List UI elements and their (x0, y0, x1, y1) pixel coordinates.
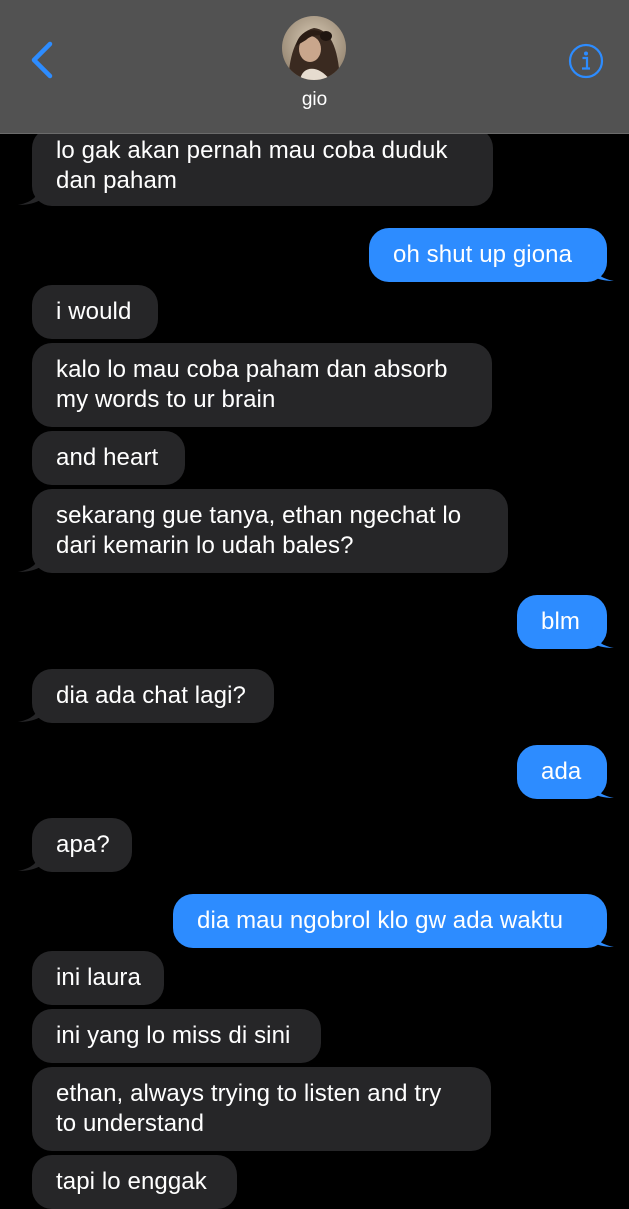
message-line: dan paham (56, 167, 177, 194)
conversation-header: gio (0, 0, 629, 134)
message-bubble-incoming[interactable]: lo gak akan pernah mau coba duduk dan pa… (32, 128, 493, 206)
bubble-tail (18, 551, 42, 572)
message-text: i would (56, 298, 132, 325)
message-bubble-incoming[interactable]: dia ada chat lagi? (32, 669, 274, 723)
bubble-tail (590, 777, 614, 798)
message-bubble-incoming[interactable]: ini laura (32, 951, 164, 1005)
bubble-tail (590, 926, 614, 947)
message-line: ethan, always trying to listen and try (56, 1080, 442, 1107)
message-bubble-incoming[interactable]: ini yang lo miss di sini (32, 1009, 321, 1063)
message-text: tapi lo enggak (56, 1168, 207, 1195)
message-text: ini yang lo miss di sini (56, 1022, 291, 1049)
message-bubble-outgoing[interactable]: oh shut up giona (369, 228, 607, 282)
bubble-tail (18, 701, 42, 722)
message-list[interactable]: lo gak akan pernah mau coba duduk dan pa… (0, 0, 629, 1209)
message-line: kalo lo mau coba paham dan absorb (56, 356, 448, 383)
bubble-tail (18, 850, 42, 871)
message-text: ini laura (56, 964, 141, 991)
message-line: lo gak akan pernah mau coba duduk (56, 137, 448, 164)
message-bubble-incoming[interactable]: apa? (32, 818, 132, 872)
message-text: ada (541, 758, 582, 785)
message-bubble-incoming[interactable]: i would (32, 285, 158, 339)
message-text: blm (541, 608, 580, 635)
message-text: oh shut up giona (393, 241, 573, 268)
message-bubble-incoming[interactable]: tapi lo enggak (32, 1155, 237, 1209)
chevron-left-icon[interactable] (24, 40, 60, 80)
message-line: to understand (56, 1110, 205, 1137)
avatar[interactable] (282, 16, 346, 80)
contact-name[interactable]: gio (0, 89, 629, 111)
message-text: dia ada chat lagi? (56, 682, 246, 709)
message-line: dari kemarin lo udah bales? (56, 532, 354, 559)
message-line: my words to ur brain (56, 386, 276, 413)
avatar-photo (282, 16, 346, 80)
bubble-tail (590, 260, 614, 281)
message-bubble-incoming[interactable]: sekarang gue tanya, ethan ngechat lo dar… (32, 489, 508, 573)
message-line: sekarang gue tanya, ethan ngechat lo (56, 502, 462, 529)
message-text: apa? (56, 831, 110, 858)
info-circle-icon[interactable] (568, 43, 604, 79)
bubble-tail (590, 627, 614, 648)
message-text: dia mau ngobrol klo gw ada waktu (197, 907, 564, 934)
message-bubble-incoming[interactable]: kalo lo mau coba paham dan absorb my wor… (32, 343, 492, 427)
message-bubble-incoming[interactable]: ethan, always trying to listen and try t… (32, 1067, 491, 1151)
bubble-tail (18, 184, 42, 205)
message-bubble-incoming[interactable]: and heart (32, 431, 185, 485)
message-text: and heart (56, 444, 159, 471)
message-bubble-outgoing[interactable]: dia mau ngobrol klo gw ada waktu (173, 894, 607, 948)
